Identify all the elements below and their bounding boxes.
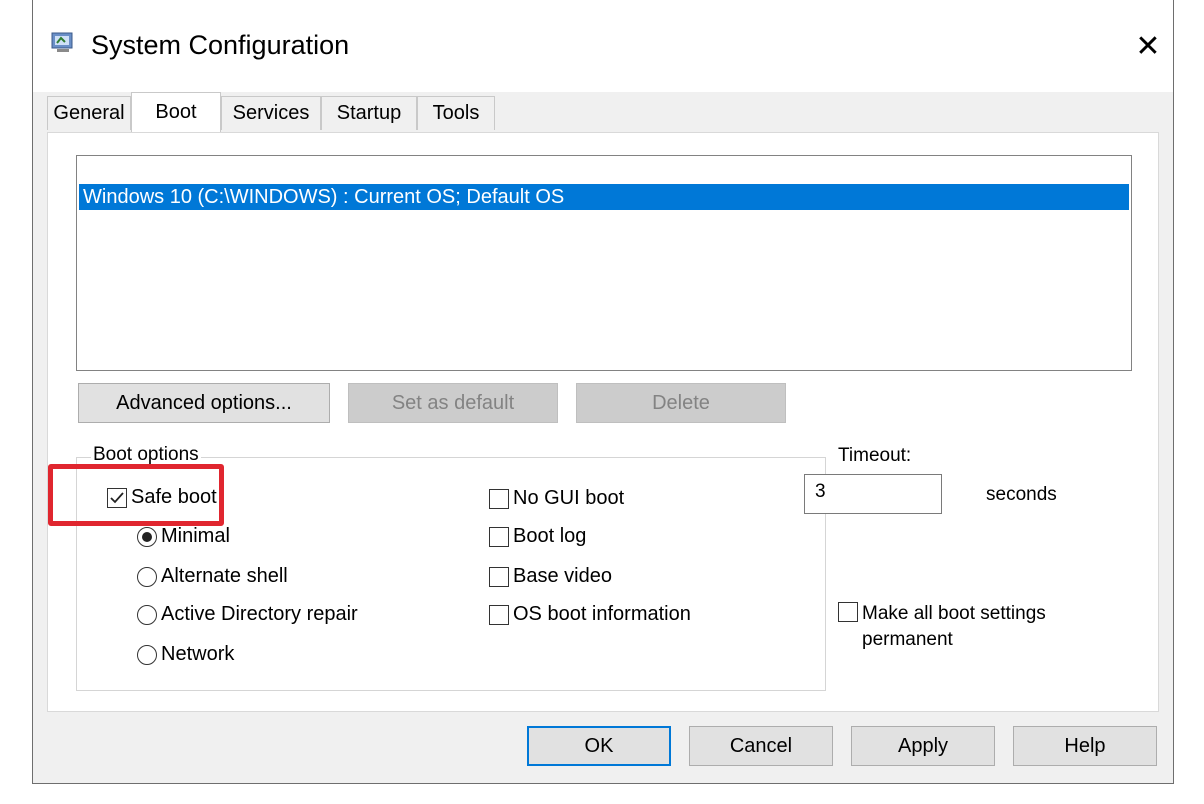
tab-startup[interactable]: Startup — [321, 96, 417, 130]
no-gui-boot-checkbox[interactable]: No GUI boot — [489, 487, 624, 510]
base-video-label: Base video — [513, 565, 612, 587]
system-configuration-window: System Configuration ✕ General Boot Serv… — [32, 0, 1174, 784]
base-video-checkbox[interactable]: Base video — [489, 565, 612, 588]
make-permanent-label-line2: permanent — [862, 629, 953, 650]
advanced-options-button[interactable]: Advanced options... — [78, 383, 330, 423]
boot-log-checkbox[interactable]: Boot log — [489, 525, 586, 548]
network-label: Network — [161, 643, 235, 665]
boot-options-legend: Boot options — [91, 444, 201, 466]
tab-tools[interactable]: Tools — [417, 96, 495, 130]
ad-repair-radio[interactable]: Active Directory repair — [137, 603, 358, 626]
checkbox-empty-icon — [489, 488, 509, 509]
network-radio[interactable]: Network — [137, 643, 234, 666]
apply-button[interactable]: Apply — [851, 726, 995, 766]
boot-log-label: Boot log — [513, 525, 587, 547]
radio-empty-icon — [137, 604, 157, 625]
close-icon: ✕ — [1135, 29, 1161, 63]
msconfig-icon — [51, 32, 75, 54]
cancel-button[interactable]: Cancel — [689, 726, 833, 766]
tab-general[interactable]: General — [47, 96, 131, 130]
checkmark-icon — [107, 487, 127, 508]
alternate-shell-radio[interactable]: Alternate shell — [137, 565, 288, 588]
boot-options-group: Boot options Safe boot Minimal Alternate… — [76, 444, 826, 691]
checkbox-empty-icon — [489, 566, 509, 587]
radio-empty-icon — [137, 566, 157, 587]
no-gui-boot-label: No GUI boot — [513, 487, 625, 509]
alternate-shell-label: Alternate shell — [161, 565, 288, 587]
radio-selected-icon — [137, 526, 157, 547]
timeout-input[interactable]: 3 — [804, 474, 942, 514]
make-permanent-label-line1: Make all boot settings — [862, 603, 1046, 624]
title-bar: System Configuration ✕ — [33, 0, 1173, 92]
boot-tab-panel: Windows 10 (C:\WINDOWS) : Current OS; De… — [47, 132, 1159, 712]
close-button[interactable]: ✕ — [1123, 20, 1173, 72]
delete-button[interactable]: Delete — [576, 383, 786, 423]
minimal-radio[interactable]: Minimal — [137, 525, 230, 548]
checkbox-empty-icon — [489, 604, 509, 625]
set-as-default-button[interactable]: Set as default — [348, 383, 558, 423]
window-title: System Configuration — [91, 30, 350, 60]
checkbox-empty-icon — [489, 526, 509, 547]
ok-button[interactable]: OK — [527, 726, 671, 766]
ad-repair-label: Active Directory repair — [161, 603, 358, 625]
make-permanent-label: Make all boot settings permanent — [862, 601, 1046, 653]
os-list-item-selected[interactable]: Windows 10 (C:\WINDOWS) : Current OS; De… — [79, 184, 1129, 210]
os-boot-info-label: OS boot information — [513, 603, 691, 625]
timeout-label: Timeout: — [838, 445, 912, 466]
checkbox-empty-icon — [838, 602, 858, 622]
radio-empty-icon — [137, 644, 157, 665]
minimal-label: Minimal — [161, 525, 230, 547]
make-permanent-checkbox[interactable]: Make all boot settings permanent — [838, 601, 1046, 653]
tab-boot[interactable]: Boot — [131, 92, 221, 132]
tab-services[interactable]: Services — [221, 96, 321, 130]
help-button[interactable]: Help — [1013, 726, 1157, 766]
timeout-unit-label: seconds — [986, 484, 1057, 505]
os-boot-info-checkbox[interactable]: OS boot information — [489, 603, 691, 626]
safe-boot-label: Safe boot — [131, 486, 217, 508]
safe-boot-checkbox[interactable]: Safe boot — [107, 486, 217, 509]
os-list[interactable]: Windows 10 (C:\WINDOWS) : Current OS; De… — [76, 155, 1132, 371]
